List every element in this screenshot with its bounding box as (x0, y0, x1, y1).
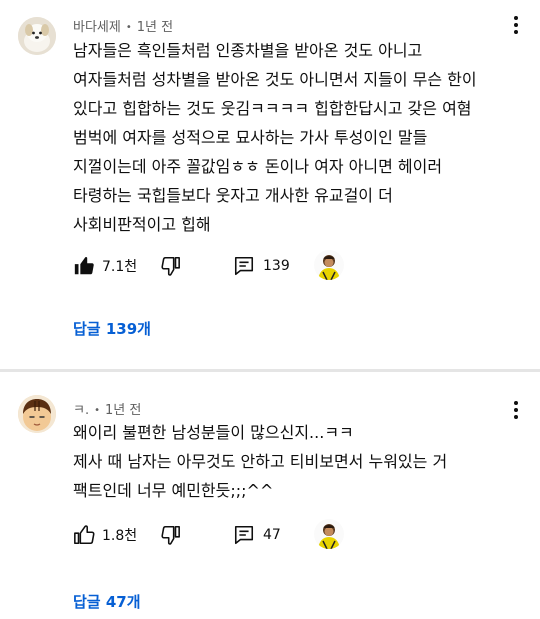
comment-line: 있다고 힙합하는 것도 웃김ㅋㅋㅋㅋ 힙합한답시고 갖은 여혐 (73, 99, 472, 118)
comment-time[interactable]: 1년 전 (105, 403, 141, 418)
like-button[interactable]: 1.8천 (73, 522, 137, 548)
comment-line: 범벅에 여자를 성적으로 묘사하는 가사 투성이인 말들 (73, 128, 428, 147)
view-replies-link[interactable]: 답글 139개 (73, 318, 151, 339)
more-vert-icon[interactable] (506, 13, 526, 37)
comment-line: 여자들처럼 성차별을 받아온 것도 아니면서 지들이 무슨 한이 (73, 70, 477, 89)
comment-actions: 1.8천 47 (73, 519, 373, 549)
reply-count: 47 (263, 527, 281, 543)
dislike-button[interactable] (159, 522, 181, 548)
comment-meta: 바다세제 • 1년 전 (73, 16, 173, 35)
reply-button[interactable]: 47 (233, 522, 281, 548)
avatar[interactable] (18, 395, 56, 433)
author-name[interactable]: ㅋ. (73, 403, 89, 418)
creator-heart-avatar (314, 250, 344, 280)
meta-separator: • (125, 22, 132, 33)
reply-comment-icon (233, 255, 255, 277)
comment-line: 남자들은 흑인들처럼 인종차별을 받아온 것도 아니고 (73, 41, 423, 60)
dislike-button[interactable] (159, 253, 181, 279)
thumbs-up-icon (73, 524, 95, 546)
comment-line: 팩트인데 너무 예민한듯;;;^^ (73, 481, 274, 500)
view-replies-link[interactable]: 답글 47개 (73, 591, 141, 612)
comment-line: 제사 때 남자는 아무것도 안하고 티비보면서 누워있는 거 (73, 452, 448, 471)
like-count: 7.1천 (102, 259, 138, 275)
thumbs-down-icon (159, 524, 181, 546)
creator-heart-avatar (314, 519, 344, 549)
meta-separator: • (94, 405, 100, 416)
reply-count: 139 (263, 258, 290, 274)
comment-line: 왜이리 불편한 남성분들이 많으신지...ㅋㅋ (73, 423, 354, 442)
thumbs-down-icon (159, 255, 181, 277)
comment-thread: ㅋ. • 1년 전 왜이리 불편한 남성분들이 많으신지...ㅋㅋ 제사 때 남자는… (0, 372, 540, 619)
comment-line: 지껄이는데 아주 꼴값임ㅎㅎ 돈이나 여자 아니면 헤이러 (73, 157, 443, 176)
thumbs-up-icon (73, 255, 95, 277)
comment-meta: ㅋ. • 1년 전 (73, 399, 141, 418)
author-name[interactable]: 바다세제 (73, 20, 121, 35)
comment-thread: 바다세제 • 1년 전 남자들은 흑인들처럼 인종차별을 받아온 것도 아니고 여자… (0, 0, 540, 370)
reply-button[interactable]: 139 (233, 253, 290, 279)
comment-line: 타령하는 국힙들보다 웃자고 개사한 유교걸이 더 (73, 186, 393, 205)
like-count: 1.8천 (102, 528, 138, 544)
comment-text: 남자들은 흑인들처럼 인종차별을 받아온 것도 아니고 여자들처럼 성차별을 받… (73, 36, 513, 239)
comment-time[interactable]: 1년 전 (137, 20, 173, 35)
comment-text: 왜이리 불편한 남성분들이 많으신지...ㅋㅋ 제사 때 남자는 아무것도 안하… (73, 418, 513, 505)
like-button[interactable]: 7.1천 (73, 253, 137, 279)
comment-line: 사회비판적이고 힙해 (73, 215, 211, 234)
comment-actions: 7.1천 139 (73, 250, 373, 280)
avatar[interactable] (18, 17, 56, 55)
reply-comment-icon (233, 524, 255, 546)
